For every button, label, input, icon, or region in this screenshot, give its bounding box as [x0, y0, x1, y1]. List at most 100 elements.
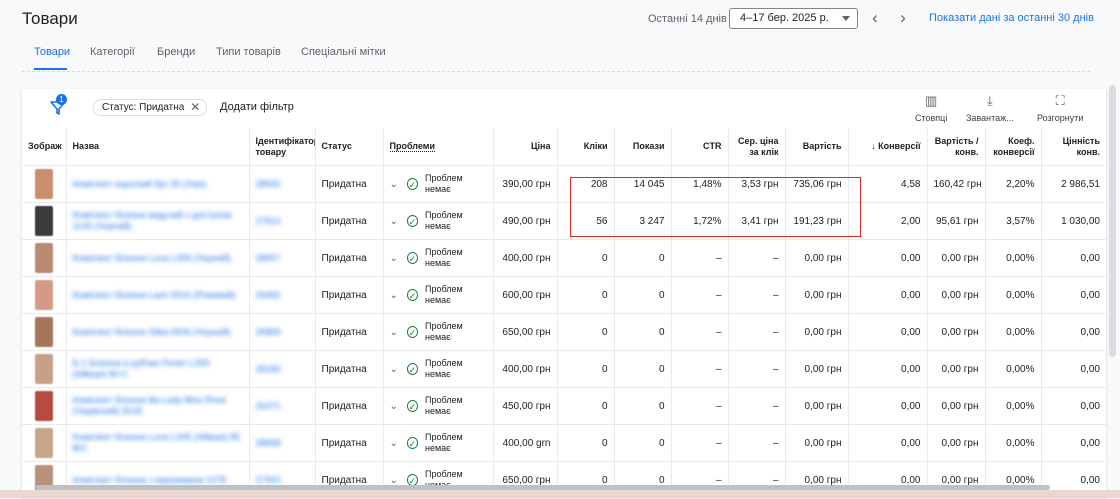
filter-chip-status[interactable]: Статус: Придатна ✕ — [93, 99, 208, 116]
table-row[interactable]: Комплект білизни Lace 5016 (Рожевий) 2646… — [22, 276, 1106, 314]
col-header-conv-rate[interactable]: Коеф. конверсії — [985, 128, 1042, 166]
product-name-link[interactable]: Комплект білизни Luna L305 (Айворі) 85 B… — [73, 432, 243, 454]
col-header-status[interactable]: Статус — [315, 128, 384, 166]
cell-name: Б-1 Білизна в рубчик Попит L305 (Айворі)… — [66, 350, 250, 388]
tab-products[interactable]: Товари — [34, 46, 70, 58]
product-id-link[interactable]: 28657 — [256, 253, 309, 264]
product-id-link[interactable]: 27903 — [256, 475, 309, 486]
cell-cost-per-conv: 95,61 грн — [927, 202, 986, 240]
product-name-link[interactable]: Комплект білизни Ва Lady Miss Rose (Черв… — [73, 395, 243, 417]
vertical-scrollbar[interactable] — [1109, 85, 1116, 357]
cell-avg-cpc: 3,53 грн — [728, 165, 786, 203]
cell-cost-per-conv: 160,42 грн — [927, 165, 986, 203]
expand-button[interactable]: ⛶ Розгорнути — [1037, 94, 1083, 124]
product-name-link[interactable]: Б-1 Білизна в рубчик Попит L305 (Айворі)… — [73, 358, 243, 380]
product-thumbnail[interactable] — [34, 317, 53, 347]
product-id-link[interactable]: 25869 — [256, 327, 309, 338]
col-header-price[interactable]: Ціна — [493, 128, 558, 166]
chevron-down-icon[interactable]: ⌄ — [390, 475, 401, 486]
table-row[interactable]: Б-1 Білизна в рубчик Попит L305 (Айворі)… — [22, 350, 1106, 388]
col-header-cost[interactable]: Вартість — [785, 128, 849, 166]
download-button[interactable]: ⤓ Завантаж... — [966, 94, 1014, 124]
product-name-link[interactable]: Комплект білизни Silka 5506 (Чорний) — [73, 327, 243, 338]
problems-cell[interactable]: ⌄ ✓ Проблем немає — [390, 321, 487, 343]
problems-cell[interactable]: ⌄ ✓ Проблем немає — [390, 432, 487, 454]
cell-name: Комплект білизни Silka 5506 (Чорний) — [66, 313, 250, 351]
col-header-conv-value[interactable]: Цінність конв. — [1041, 128, 1106, 166]
problems-cell[interactable]: ⌄ ✓ Проблем немає — [390, 358, 487, 380]
problems-cell[interactable]: ⌄ ✓ Проблем немає — [390, 395, 487, 417]
check-circle-icon: ✓ — [406, 178, 419, 190]
chevron-down-icon[interactable]: ⌄ — [390, 401, 401, 412]
product-id-link[interactable]: 27814 — [256, 216, 309, 227]
cell-avg-cpc: 3,41 грн — [728, 202, 786, 240]
table-row[interactable]: Комплект білизни Luna L306 (Чорний) 28657… — [22, 239, 1106, 277]
product-id-link[interactable]: 28592 — [256, 179, 309, 190]
chevron-down-icon[interactable]: ⌄ — [390, 438, 401, 449]
cell-name: Комплект білизни ведучий з доступом 1135… — [66, 202, 250, 240]
problems-cell[interactable]: ⌄ ✓ Проблем немає — [390, 247, 487, 269]
chevron-down-icon[interactable]: ⌄ — [390, 253, 401, 264]
product-thumbnail[interactable] — [34, 280, 53, 310]
prev-period-button[interactable]: ‹ — [866, 8, 884, 28]
table-row[interactable]: Комплект білизни Silka 5506 (Чорний) 2586… — [22, 313, 1106, 351]
add-filter-button[interactable]: Додати фільтр — [220, 101, 294, 113]
col-header-name[interactable]: Назва — [66, 128, 250, 166]
problems-text: Проблем немає — [425, 395, 463, 416]
product-name-link[interactable]: Комплект білизни Lace 5016 (Рожевий) — [73, 290, 243, 301]
product-name-link[interactable]: Комплект білизни з мереживом 1078 — [73, 475, 243, 486]
table-row[interactable]: Комплект білизни ведучий з доступом 1135… — [22, 202, 1106, 240]
cell-conv-value: 2 986,51 — [1041, 165, 1106, 203]
table-row[interactable]: Комплект білизни Luna L305 (Айворі) 85 B… — [22, 424, 1106, 462]
product-thumbnail[interactable] — [34, 206, 53, 236]
cell-status: Придатна — [315, 239, 384, 277]
next-period-button[interactable]: › — [894, 8, 912, 28]
col-header-impressions[interactable]: Покази — [614, 128, 672, 166]
chevron-down-icon[interactable]: ⌄ — [390, 290, 401, 301]
col-header-id[interactable]: Ідентифікатор товару — [249, 128, 316, 166]
cell-ctr: – — [671, 350, 729, 388]
show-last-30-days-link[interactable]: Показати дані за останні 30 днів — [929, 12, 1094, 24]
tab-custom-labels[interactable]: Спеціальні мітки — [301, 46, 386, 58]
products-table: Зображ Назва Ідентифікатор товару Статус… — [22, 128, 1106, 499]
product-id-link[interactable]: 26465 — [256, 290, 309, 301]
filter-chip-label: Статус: Придатна — [102, 102, 185, 113]
problems-cell[interactable]: ⌄ ✓ Проблем немає — [390, 284, 487, 306]
product-name-link[interactable]: Комплект білизни ведучий з доступом 1135… — [73, 210, 243, 232]
product-name-link[interactable]: Комплект короткий бус 55 (Хакі) — [73, 179, 243, 190]
product-thumbnail[interactable] — [34, 169, 53, 199]
columns-button[interactable]: ▥ Стовпці — [915, 94, 947, 124]
col-header-avg-cpc[interactable]: Сер. ціна за клік — [728, 128, 786, 166]
product-name-link[interactable]: Комплект білизни Luna L306 (Чорний) — [73, 253, 243, 264]
problems-cell[interactable]: ⌄ ✓ Проблем немає — [390, 173, 487, 195]
product-id-link[interactable]: 28658 — [256, 438, 309, 449]
chevron-down-icon[interactable]: ⌄ — [390, 179, 401, 190]
product-id-link[interactable]: 26371 — [256, 401, 309, 412]
remove-filter-icon[interactable]: ✕ — [190, 100, 200, 115]
product-thumbnail[interactable] — [34, 391, 53, 421]
date-range-select[interactable]: 4–17 бер. 2025 р. — [729, 8, 858, 29]
chevron-down-icon[interactable]: ⌄ — [390, 216, 401, 227]
product-thumbnail[interactable] — [34, 243, 53, 273]
tab-brands[interactable]: Бренди — [157, 46, 195, 58]
col-header-problems[interactable]: Проблеми — [383, 128, 494, 166]
col-header-image[interactable]: Зображ — [22, 128, 67, 166]
chevron-down-icon[interactable]: ⌄ — [390, 364, 401, 375]
cell-id: 26371 — [249, 387, 316, 425]
table-row[interactable]: Комплект білизни Ва Lady Miss Rose (Черв… — [22, 387, 1106, 425]
date-range-value: 4–17 бер. 2025 р. — [740, 12, 829, 24]
product-thumbnail[interactable] — [34, 428, 53, 458]
product-id-link[interactable]: 28183 — [256, 364, 309, 375]
col-header-cost-per-conv[interactable]: Вартість / конв. — [927, 128, 986, 166]
col-header-ctr[interactable]: CTR — [671, 128, 729, 166]
chevron-down-icon[interactable]: ⌄ — [390, 327, 401, 338]
col-header-clicks[interactable]: Кліки — [557, 128, 615, 166]
product-thumbnail[interactable] — [34, 354, 53, 384]
tab-categories[interactable]: Категорії — [90, 46, 135, 58]
tab-product-types[interactable]: Типи товарів — [216, 46, 281, 58]
cell-problems: ⌄ ✓ Проблем немає — [383, 239, 494, 277]
cell-name: Комплект білизни Ва Lady Miss Rose (Черв… — [66, 387, 250, 425]
problems-cell[interactable]: ⌄ ✓ Проблем немає — [390, 210, 487, 232]
col-header-conversions[interactable]: ↓ Конверсії — [848, 128, 928, 166]
table-row[interactable]: Комплект короткий бус 55 (Хакі) 28592 Прид… — [22, 165, 1106, 203]
